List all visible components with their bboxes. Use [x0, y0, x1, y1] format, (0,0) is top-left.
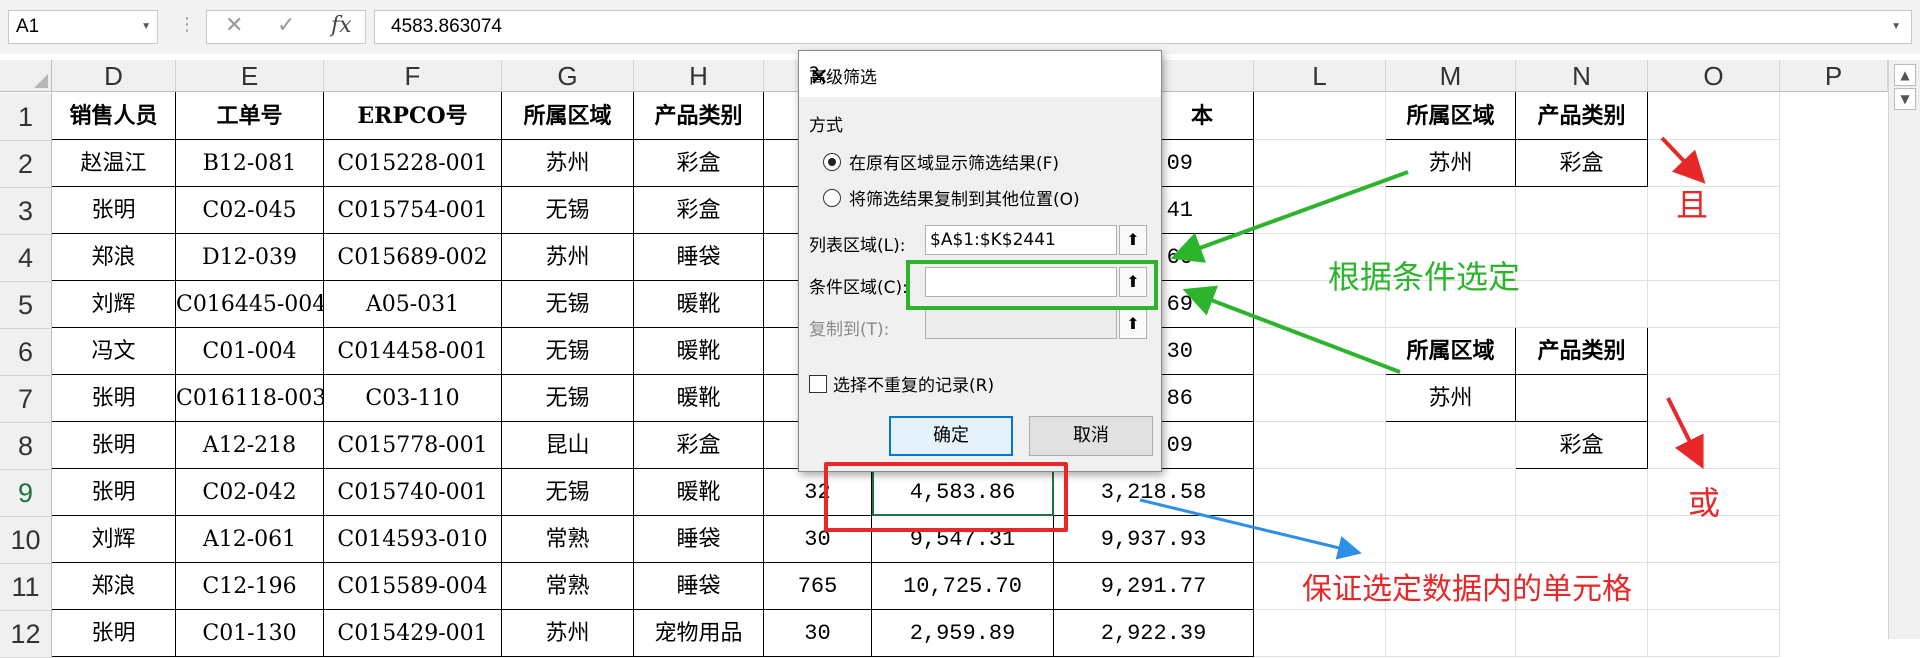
green-arrow-list-icon: [1170, 170, 1409, 263]
note-and: 且: [1676, 186, 1709, 224]
green-arrow-criteria-icon: [1182, 285, 1401, 374]
note-select-by-condition: 根据条件选定: [1328, 258, 1521, 296]
red-arrow-and-icon: [1660, 136, 1706, 184]
annotation-arrows: [1139, 136, 1706, 560]
note-or: 或: [1688, 484, 1721, 522]
note-ensure-cell: 保证选定数据内的单元格: [1302, 572, 1632, 607]
red-arrow-or-icon: [1666, 397, 1704, 470]
blue-arrow-cell-icon: [1139, 498, 1362, 560]
